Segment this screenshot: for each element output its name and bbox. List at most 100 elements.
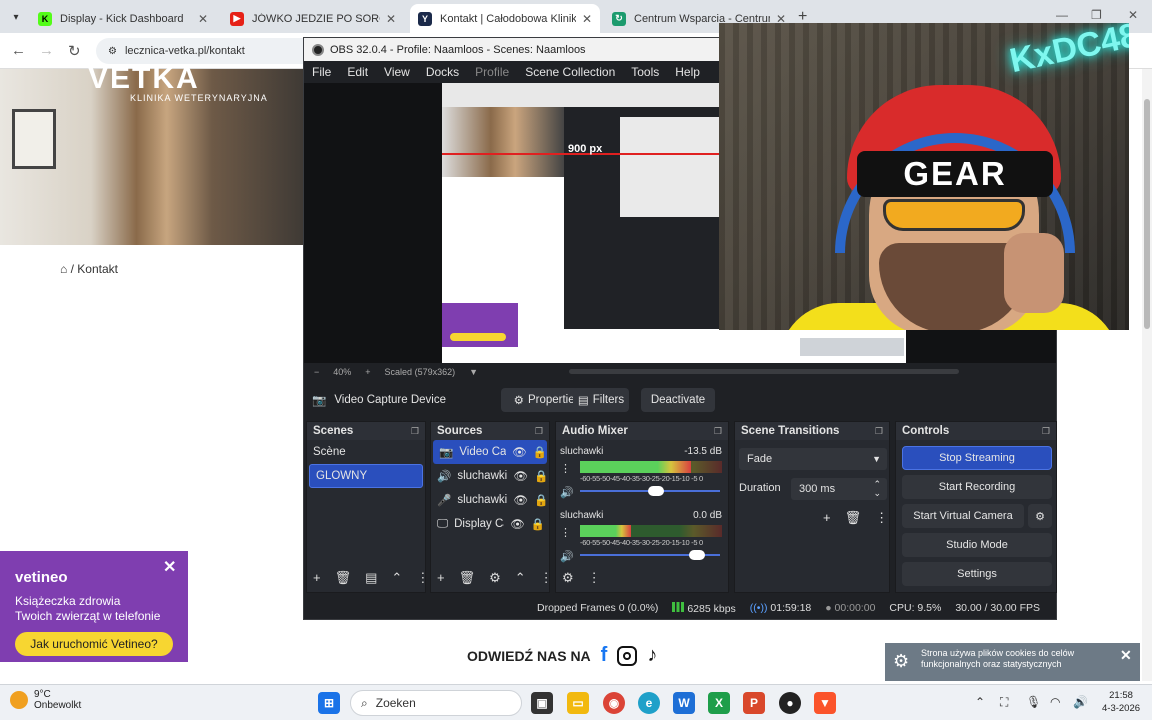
tab-search-dropdown[interactable]: ▾ [6,7,26,27]
powerpoint-icon[interactable]: P [743,692,765,714]
fader-knob[interactable] [648,486,665,496]
menu-edit[interactable]: Edit [347,65,368,79]
maximize-icon[interactable]: ❐ [1091,8,1102,22]
trash-icon[interactable]: 🗑 [845,510,862,526]
forward-icon[interactable]: → [39,42,54,59]
vetka-logo[interactable]: VETKA KLINIKA WETERYNARYJNA [88,62,268,103]
volume-fader[interactable] [580,486,722,496]
more-icon[interactable]: ⋮ [540,570,553,586]
instagram-icon[interactable] [617,645,638,666]
page-scrollbar[interactable] [1142,69,1152,681]
close-cookie-icon[interactable]: ✕ [1120,647,1132,664]
source-item[interactable]: 🎤 sluchawki 👁 🔒 [431,488,549,512]
lock-icon[interactable]: 🔒 [533,445,547,459]
add-icon[interactable]: + [437,570,445,586]
weather-widget[interactable]: 9°C Onbewolkt [10,689,81,711]
deactivate-button[interactable]: Deactivate [641,388,715,412]
edge-icon[interactable]: e [638,692,660,714]
chrome-icon[interactable]: ◉ [603,692,625,714]
undock-icon[interactable]: ❐ [875,426,883,437]
volume-fader[interactable] [580,550,722,560]
source-item[interactable]: 🖵 Display Ca 👁 🔒 [431,512,549,536]
obs-taskbar-icon[interactable]: ● [779,692,801,714]
studio-mode-button[interactable]: Studio Mode [902,533,1052,557]
eye-icon[interactable]: 👁 [513,493,528,507]
undock-icon[interactable]: ❐ [714,426,722,437]
speaker-icon[interactable]: 🔊 [560,550,574,563]
microphone-tray-icon[interactable]: 🎙 [1026,695,1041,709]
windows-start-icon[interactable]: ⊞ [318,692,340,714]
start-recording-button[interactable]: Start Recording [902,475,1052,499]
tiktok-icon[interactable]: ♪ [647,644,657,667]
trash-icon[interactable]: 🗑 [335,570,352,586]
start-virtual-camera-button[interactable]: Start Virtual Camera [902,504,1024,528]
lock-icon[interactable]: 🔒 [534,469,548,483]
task-view-icon[interactable]: ▣ [531,692,553,714]
settings-button[interactable]: Settings [902,562,1052,586]
filter-icon[interactable]: ▤ [365,570,377,586]
excel-icon[interactable]: X [708,692,730,714]
zoom-dropdown-icon[interactable]: ▼ [469,367,478,377]
close-tab-icon[interactable]: ✕ [386,12,396,26]
menu-profile[interactable]: Profile [475,65,509,79]
stop-streaming-button[interactable]: Stop Streaming [902,446,1052,470]
virtual-camera-settings-icon[interactable]: ⚙ [1028,504,1052,528]
reload-icon[interactable]: ↻ [68,42,81,60]
source-item[interactable]: 🔊 sluchawki 👁 🔒 [431,464,549,488]
undock-icon[interactable]: ❐ [535,426,543,437]
zoom-out-icon[interactable]: − [314,367,319,377]
duration-spinbox[interactable]: 300 ms ⌃ ⌄ [791,478,887,500]
undock-icon[interactable]: ❐ [1042,426,1050,437]
system-clock[interactable]: 21:58 4-3-2026 [1102,689,1140,715]
word-icon[interactable]: W [673,692,695,714]
eye-icon[interactable]: 👁 [513,469,528,483]
site-info-icon[interactable]: ⚙ [108,46,117,57]
brave-icon[interactable]: ▼ [814,692,836,714]
menu-file[interactable]: File [312,65,331,79]
tab-kick-dashboard[interactable]: K Display - Kick Dashboard ✕ [30,4,216,33]
menu-scene-collection[interactable]: Scene Collection [525,65,615,79]
undock-icon[interactable]: ❐ [411,426,419,437]
scene-item-selected[interactable]: GLOWNY [309,464,423,488]
trash-icon[interactable]: 🗑 [459,570,476,586]
minimize-icon[interactable]: — [1056,8,1068,22]
tab-youtube[interactable]: ▶ JÓWKO JEDZIE PO SOROKO! - ... ✕ [222,4,404,33]
more-icon[interactable]: ⋮ [588,570,601,586]
add-icon[interactable]: + [313,570,321,586]
eye-icon[interactable]: 👁 [512,445,527,459]
spin-arrows-icon[interactable]: ⌃ ⌄ [873,480,881,498]
chevron-up-icon[interactable]: ⌃ [391,570,402,586]
menu-tools[interactable]: Tools [631,65,659,79]
advanced-audio-icon[interactable]: ⚙ [562,570,574,586]
chevron-up-icon[interactable]: ⌃ [515,570,526,586]
close-window-icon[interactable]: ✕ [1128,8,1138,22]
scroll-thumb[interactable] [1144,99,1150,329]
filters-button[interactable]: ▤ Filters [573,388,629,412]
speaker-icon[interactable]: 🔊 [560,486,574,499]
facebook-icon[interactable]: f [601,644,608,667]
volume-icon[interactable]: 🔊 [1073,695,1088,709]
close-tab-icon[interactable]: ✕ [198,12,208,26]
tray-chevron-up-icon[interactable]: ⌃ [975,695,985,709]
add-icon[interactable]: + [823,510,831,526]
more-icon[interactable]: ⋮ [560,526,571,539]
lock-icon[interactable]: 🔒 [531,517,545,531]
back-icon[interactable]: ← [11,42,26,59]
gear-icon[interactable]: ⚙ [489,570,501,586]
ad-cta-button[interactable]: Jak uruchomić Vetineo? [15,632,173,656]
more-icon[interactable]: ⋮ [560,462,571,475]
transition-select[interactable]: Fade ▼ [739,448,887,470]
wifi-icon[interactable]: ◠ [1050,695,1060,709]
menu-help[interactable]: Help [675,65,700,79]
tab-kontakt[interactable]: Y Kontakt | Całodobowa Klinika W... ✕ [410,4,600,33]
file-explorer-icon[interactable]: ▭ [567,692,589,714]
menu-view[interactable]: View [384,65,410,79]
source-item[interactable]: 📷 Video Cap 👁 🔒 [433,440,547,464]
preview-hscroll[interactable] [569,369,959,374]
menu-docks[interactable]: Docks [426,65,459,79]
lock-icon[interactable]: 🔒 [534,493,548,507]
more-icon[interactable]: ⋮ [416,570,429,586]
network-icon[interactable]: ⛶ [1000,695,1008,710]
more-icon[interactable]: ⋮ [875,510,888,526]
eye-icon[interactable]: 👁 [510,517,525,531]
